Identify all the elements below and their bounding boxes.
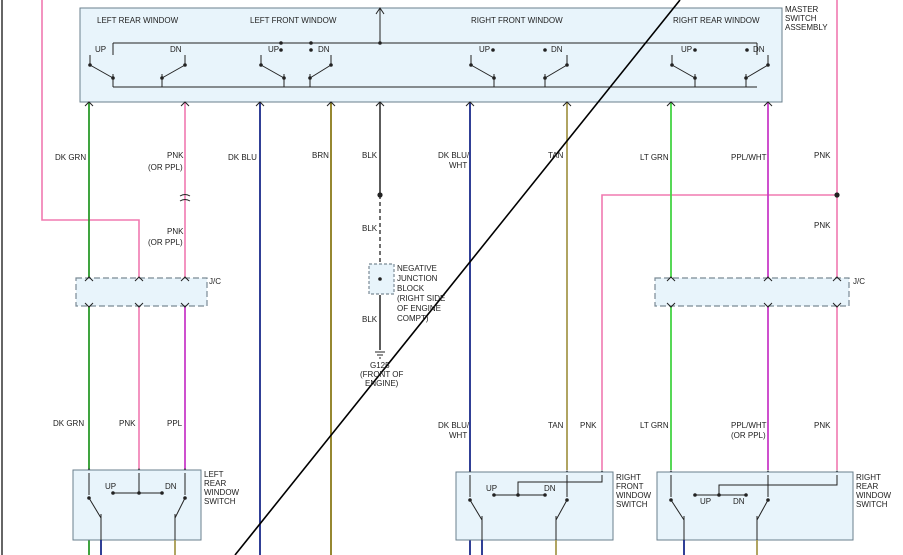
rf-dn-label: DN bbox=[551, 45, 563, 54]
wiring-diagram: LEFT REAR WINDOW LEFT FRONT WINDOW RIGHT… bbox=[1, 0, 892, 555]
jc-left bbox=[75, 277, 208, 307]
label-or-ppl-2: (OR PPL) bbox=[148, 238, 183, 247]
lr-switch-title-3: WINDOW bbox=[204, 488, 240, 497]
rf-switch-title-3: WINDOW bbox=[616, 491, 652, 500]
lr-up-label: UP bbox=[95, 45, 106, 54]
master-title-3: ASSEMBLY bbox=[785, 23, 828, 32]
label-ppl: PPL bbox=[167, 419, 183, 428]
jc-right-label: J/C bbox=[853, 277, 865, 286]
rr-switch-title-4: SWITCH bbox=[856, 500, 888, 509]
label-left-rear-window: LEFT REAR WINDOW bbox=[97, 16, 179, 25]
lr-switch-title-2: REAR bbox=[204, 479, 226, 488]
label-ppl-wht-1: PPL/WHT bbox=[731, 153, 767, 162]
rf-up-label: UP bbox=[479, 45, 490, 54]
label-left-front-window: LEFT FRONT WINDOW bbox=[250, 16, 337, 25]
junction-label-6: COMPT) bbox=[397, 314, 429, 323]
ground-label-3: ENGINE) bbox=[365, 379, 399, 388]
label-dk-blu-wht-2a: DK BLU/ bbox=[438, 421, 470, 430]
label-lt-grn-2: LT GRN bbox=[640, 421, 669, 430]
right-rear-window-switch-box bbox=[656, 471, 854, 541]
splice-pnk-right bbox=[834, 192, 840, 198]
junction-label-2: JUNCTION bbox=[397, 274, 438, 283]
master-title-2: SWITCH bbox=[785, 14, 817, 23]
ground-label-1: G125 bbox=[370, 361, 390, 370]
label-pnk-right-2: PNK bbox=[814, 221, 831, 230]
junction-label-5: OF ENGINE bbox=[397, 304, 441, 313]
rr-up-label: UP bbox=[681, 45, 692, 54]
rr-switch-title-2: REAR bbox=[856, 482, 878, 491]
junction-label-3: BLOCK bbox=[397, 284, 425, 293]
splice-blk bbox=[377, 192, 383, 198]
label-pnk-right-3: PNK bbox=[814, 421, 831, 430]
label-brn: BRN bbox=[312, 151, 329, 160]
rf-switch-title-1: RIGHT bbox=[616, 473, 641, 482]
label-dk-grn-1: DK GRN bbox=[55, 153, 86, 162]
label-dk-blu-wht-2b: WHT bbox=[449, 431, 467, 440]
rf-switch-dn: DN bbox=[544, 484, 556, 493]
junction-label-4: (RIGHT SIDE bbox=[397, 294, 445, 303]
label-or-ppl-3: (OR PPL) bbox=[731, 431, 766, 440]
lr-switch-up: UP bbox=[105, 482, 116, 491]
lr-switch-title-1: LEFT bbox=[204, 470, 224, 479]
rf-switch-title-2: FRONT bbox=[616, 482, 644, 491]
rr-switch-dn: DN bbox=[733, 497, 745, 506]
lr-dn-label: DN bbox=[170, 45, 182, 54]
label-pnk-3: PNK bbox=[119, 419, 136, 428]
label-blk-1: BLK bbox=[362, 151, 378, 160]
label-dk-blu-wht-1b: WHT bbox=[449, 161, 467, 170]
master-title-1: MASTER bbox=[785, 5, 819, 14]
label-blk-3: BLK bbox=[362, 315, 378, 324]
label-ppl-wht-2: PPL/WHT bbox=[731, 421, 767, 430]
wire-pnk-right-branch bbox=[601, 194, 837, 470]
rr-switch-title-3: WINDOW bbox=[856, 491, 892, 500]
rf-switch-title-4: SWITCH bbox=[616, 500, 648, 509]
label-tan-1: TAN bbox=[548, 151, 564, 160]
rr-dn-label: DN bbox=[753, 45, 765, 54]
label-dk-blu: DK BLU bbox=[228, 153, 257, 162]
label-blk-2: BLK bbox=[362, 224, 378, 233]
rr-switch-title-1: RIGHT bbox=[856, 473, 881, 482]
jc-left-label: J/C bbox=[209, 277, 221, 286]
lr-switch-dn: DN bbox=[165, 482, 177, 491]
label-pnk-1: PNK bbox=[167, 151, 184, 160]
label-pnk-4: PNK bbox=[580, 421, 597, 430]
lr-switch-title-4: SWITCH bbox=[204, 497, 236, 506]
label-tan-2: TAN bbox=[548, 421, 564, 430]
label-pnk-right-1: PNK bbox=[814, 151, 831, 160]
jc-right bbox=[654, 277, 850, 307]
label-lt-grn-1: LT GRN bbox=[640, 153, 669, 162]
rf-switch-up: UP bbox=[486, 484, 497, 493]
label-dk-grn-2: DK GRN bbox=[53, 419, 84, 428]
label-dk-blu-wht-1a: DK BLU/ bbox=[438, 151, 470, 160]
rr-switch-up: UP bbox=[700, 497, 711, 506]
lf-dn-label: DN bbox=[318, 45, 330, 54]
label-right-front-window: RIGHT FRONT WINDOW bbox=[471, 16, 563, 25]
lf-up-label: UP bbox=[268, 45, 279, 54]
ground-symbol bbox=[375, 351, 385, 359]
label-or-ppl-1: (OR PPL) bbox=[148, 163, 183, 172]
ground-label-2: (FRONT OF bbox=[360, 370, 404, 379]
label-right-rear-window: RIGHT REAR WINDOW bbox=[673, 16, 760, 25]
junction-label-1: NEGATIVE bbox=[397, 264, 437, 273]
label-pnk-2: PNK bbox=[167, 227, 184, 236]
